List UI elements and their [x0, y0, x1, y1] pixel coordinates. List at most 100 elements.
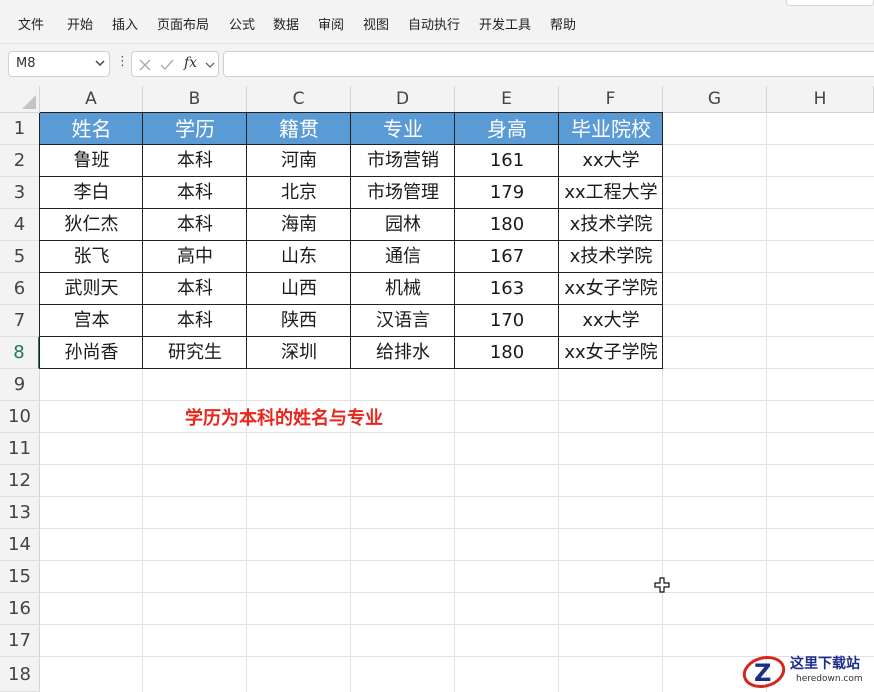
table-cell[interactable]: x技术学院 — [559, 209, 663, 241]
menu-review[interactable]: 审阅 — [318, 17, 344, 35]
menu-data[interactable]: 数据 — [273, 17, 299, 35]
table-cell[interactable]: 180 — [455, 209, 559, 241]
row-header-6[interactable]: 6 — [0, 273, 40, 305]
row-header-11[interactable]: 11 — [0, 433, 40, 465]
row-header-10[interactable]: 10 — [0, 401, 40, 433]
menu-page-layout[interactable]: 页面布局 — [157, 17, 209, 35]
row-header-16[interactable]: 16 — [0, 593, 40, 625]
table-cell[interactable]: 本科 — [143, 209, 247, 241]
row-header-5[interactable]: 5 — [0, 241, 40, 273]
table-border — [40, 112, 663, 113]
table-cell[interactable]: 汉语言 — [351, 305, 455, 337]
table-cell[interactable]: 园林 — [351, 209, 455, 241]
table-cell[interactable]: 180 — [455, 337, 559, 369]
table-cell[interactable]: 陕西 — [247, 305, 351, 337]
table-border — [40, 208, 663, 209]
row-header-18[interactable]: 18 — [0, 657, 40, 692]
chevron-down-icon[interactable] — [95, 59, 105, 67]
menu-view[interactable]: 视图 — [363, 17, 389, 35]
row-header-3[interactable]: 3 — [0, 177, 40, 209]
table-cell[interactable]: 市场管理 — [351, 177, 455, 209]
column-header-a[interactable]: A — [40, 86, 143, 113]
table-cell[interactable]: 167 — [455, 241, 559, 273]
menu-automate[interactable]: 自动执行 — [408, 17, 460, 35]
table-cell[interactable]: 海南 — [247, 209, 351, 241]
table-header-cell[interactable]: 姓名 — [40, 113, 143, 145]
table-cell[interactable]: 李白 — [40, 177, 143, 209]
table-cell[interactable]: 161 — [455, 145, 559, 177]
row-header-12[interactable]: 12 — [0, 465, 40, 497]
row-header-14[interactable]: 14 — [0, 529, 40, 561]
table-cell[interactable]: xx工程大学 — [559, 177, 663, 209]
cancel-icon[interactable] — [138, 58, 152, 72]
name-box[interactable]: M8 — [8, 51, 110, 77]
table-cell[interactable]: 给排水 — [351, 337, 455, 369]
table-cell[interactable]: 本科 — [143, 177, 247, 209]
row-header-7[interactable]: 7 — [0, 305, 40, 337]
column-header-b[interactable]: B — [143, 86, 247, 113]
menu-home[interactable]: 开始 — [67, 17, 93, 35]
table-cell[interactable]: 研究生 — [143, 337, 247, 369]
table-header-cell[interactable]: 毕业院校 — [559, 113, 663, 145]
table-cell[interactable]: xx女子学院 — [559, 273, 663, 305]
table-cell[interactable]: x技术学院 — [559, 241, 663, 273]
menu-formulas[interactable]: 公式 — [229, 17, 255, 35]
table-cell[interactable]: 狄仁杰 — [40, 209, 143, 241]
row-header-15[interactable]: 15 — [0, 561, 40, 593]
table-border — [40, 304, 663, 305]
table-cell[interactable]: 张飞 — [40, 241, 143, 273]
column-header-d[interactable]: D — [351, 86, 455, 113]
menu-insert[interactable]: 插入 — [112, 17, 138, 35]
table-cell[interactable]: 通信 — [351, 241, 455, 273]
table-header-cell[interactable]: 学历 — [143, 113, 247, 145]
table-cell[interactable]: 河南 — [247, 145, 351, 177]
table-cell[interactable]: 山西 — [247, 273, 351, 305]
table-cell[interactable]: 武则天 — [40, 273, 143, 305]
table-cell[interactable]: xx女子学院 — [559, 337, 663, 369]
table-cell[interactable]: 本科 — [143, 305, 247, 337]
table-header-cell[interactable]: 专业 — [351, 113, 455, 145]
column-header-c[interactable]: C — [247, 86, 351, 113]
table-cell[interactable]: 孙尚香 — [40, 337, 143, 369]
row-header-8[interactable]: 8 — [0, 337, 40, 369]
table-cell[interactable]: 鲁班 — [40, 145, 143, 177]
row-header-2[interactable]: 2 — [0, 145, 40, 177]
table-cell[interactable]: xx大学 — [559, 305, 663, 337]
table-cell[interactable]: 北京 — [247, 177, 351, 209]
table-cell[interactable]: 高中 — [143, 241, 247, 273]
window-edge-tab — [786, 0, 874, 6]
more-options-icon[interactable]: ⋮ — [116, 55, 129, 69]
formula-input[interactable] — [223, 51, 874, 77]
table-cell[interactable]: 163 — [455, 273, 559, 305]
row-header-13[interactable]: 13 — [0, 497, 40, 529]
table-cell[interactable]: 本科 — [143, 273, 247, 305]
column-header-h[interactable]: H — [767, 86, 874, 113]
row-header-1[interactable]: 1 — [0, 113, 40, 145]
table-cell[interactable]: 市场营销 — [351, 145, 455, 177]
row-header-4[interactable]: 4 — [0, 209, 40, 241]
table-header-cell[interactable]: 身高 — [455, 113, 559, 145]
table-cell[interactable]: 本科 — [143, 145, 247, 177]
column-header-f[interactable]: F — [559, 86, 663, 113]
row-header-9[interactable]: 9 — [0, 369, 40, 401]
checkmark-icon[interactable] — [159, 58, 175, 72]
menu-help[interactable]: 帮助 — [550, 17, 576, 35]
table-cell[interactable]: 179 — [455, 177, 559, 209]
select-all-button[interactable] — [0, 86, 40, 113]
table-cell[interactable]: xx大学 — [559, 145, 663, 177]
table-cell[interactable]: 宫本 — [40, 305, 143, 337]
table-header-cell[interactable]: 籍贯 — [247, 113, 351, 145]
column-header-e[interactable]: E — [455, 86, 559, 113]
table-cell[interactable]: 山东 — [247, 241, 351, 273]
table-border — [40, 144, 663, 145]
table-cell[interactable]: 170 — [455, 305, 559, 337]
column-header-g[interactable]: G — [663, 86, 767, 113]
insert-function-icon[interactable]: fx — [184, 55, 197, 71]
row-header-17[interactable]: 17 — [0, 625, 40, 657]
table-cell[interactable]: 深圳 — [247, 337, 351, 369]
menu-file[interactable]: 文件 — [18, 17, 44, 35]
menu-developer[interactable]: 开发工具 — [479, 17, 531, 35]
select-all-triangle-icon — [22, 95, 36, 109]
chevron-down-icon[interactable] — [205, 61, 215, 69]
table-cell[interactable]: 机械 — [351, 273, 455, 305]
